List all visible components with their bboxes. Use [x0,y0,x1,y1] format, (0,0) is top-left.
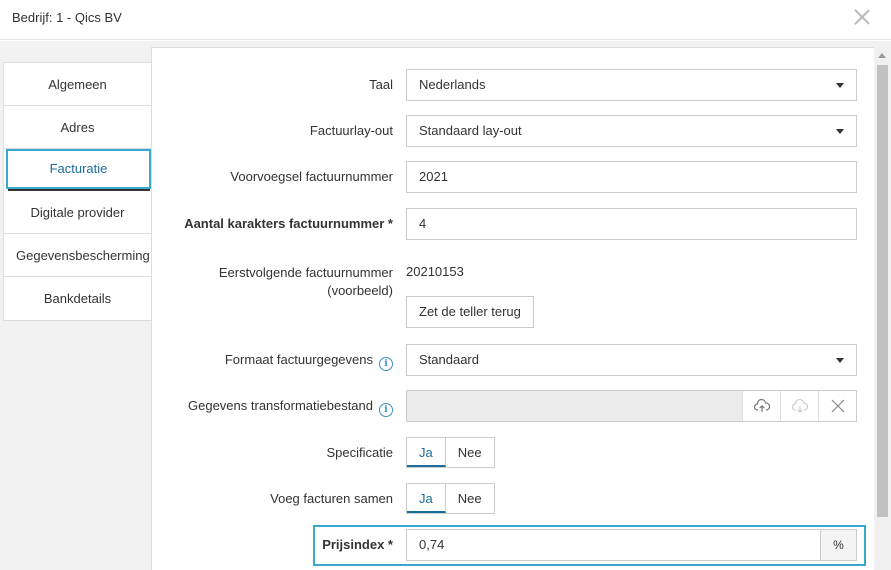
factuurlayout-value: Standaard lay-out [419,123,522,138]
transformatie-label-text: Gegevens transformatiebestand [188,398,373,413]
formaat-select[interactable]: Standaard [406,344,857,376]
factuurlayout-select[interactable]: Standaard lay-out [406,115,857,147]
aantal-karakters-label: Aantal karakters factuurnummer * [184,216,393,231]
transformatie-input[interactable] [407,391,742,421]
tab-list: Algemeen Adres Facturatie Digitale provi… [3,62,151,321]
eerstvolgende-label-line2: (voorbeeld) [327,283,393,298]
reset-counter-button[interactable]: Zet de teller terug [406,296,534,328]
close-icon[interactable] [851,6,873,28]
cloud-upload-icon[interactable] [742,391,780,421]
taal-value: Nederlands [419,77,486,92]
specificatie-ja-button[interactable]: Ja [407,438,446,467]
cloud-download-icon[interactable] [780,391,818,421]
scroll-up-icon[interactable] [878,53,886,58]
taal-label: Taal [369,77,393,92]
transformatie-file-field [406,390,857,422]
taal-select[interactable]: Nederlands [406,69,857,101]
chevron-down-icon [836,129,844,134]
info-icon[interactable]: i [379,403,393,417]
formaat-value: Standaard [419,352,479,367]
eerstvolgende-label: Eerstvolgende factuurnummer (voorbeeld) [219,264,393,300]
form-panel: Taal Nederlands Factuurlay-out Standaard… [151,47,874,570]
tab-adres[interactable]: Adres [4,106,151,149]
chevron-down-icon [836,358,844,363]
factuurlayout-label: Factuurlay-out [309,123,393,138]
voorvoegsel-input[interactable]: 2021 [406,161,857,193]
voeg-samen-label: Voeg facturen samen [270,491,393,506]
transformatie-label: Gegevens transformatiebestand i [188,398,393,417]
formaat-label-text: Formaat factuurgegevens [224,352,373,367]
tab-digitale-provider[interactable]: Digitale provider [4,191,151,234]
tab-bankdetails[interactable]: Bankdetails [4,277,151,320]
focus-highlight [313,525,866,566]
voeg-samen-nee-button[interactable]: Nee [446,484,494,513]
window-title: Bedrijf: 1 - Qics BV [12,10,122,25]
voorvoegsel-label: Voorvoegsel factuurnummer [230,169,393,184]
voeg-samen-ja-button[interactable]: Ja [407,484,446,513]
tab-algemeen[interactable]: Algemeen [4,63,151,106]
window-titlebar: Bedrijf: 1 - Qics BV [0,0,891,40]
specificatie-nee-button[interactable]: Nee [446,438,494,467]
chevron-down-icon [836,83,844,88]
specificatie-toggle: Ja Nee [406,437,495,468]
specificatie-label: Specificatie [326,445,393,460]
info-icon[interactable]: i [379,357,393,371]
eerstvolgende-value: 20210153 [406,264,464,279]
scrollbar-thumb[interactable] [877,65,888,517]
formaat-label: Formaat factuurgegevens i [225,352,393,371]
aantal-karakters-input[interactable]: 4 [406,208,857,240]
close-icon[interactable] [818,391,856,421]
tab-facturatie[interactable]: Facturatie [6,149,151,189]
vertical-scrollbar[interactable] [874,47,891,570]
voeg-samen-toggle: Ja Nee [406,483,495,514]
eerstvolgende-label-line1: Eerstvolgende factuurnummer [218,265,393,280]
tab-gegevensbescherming[interactable]: Gegevensbescherming [4,234,151,277]
